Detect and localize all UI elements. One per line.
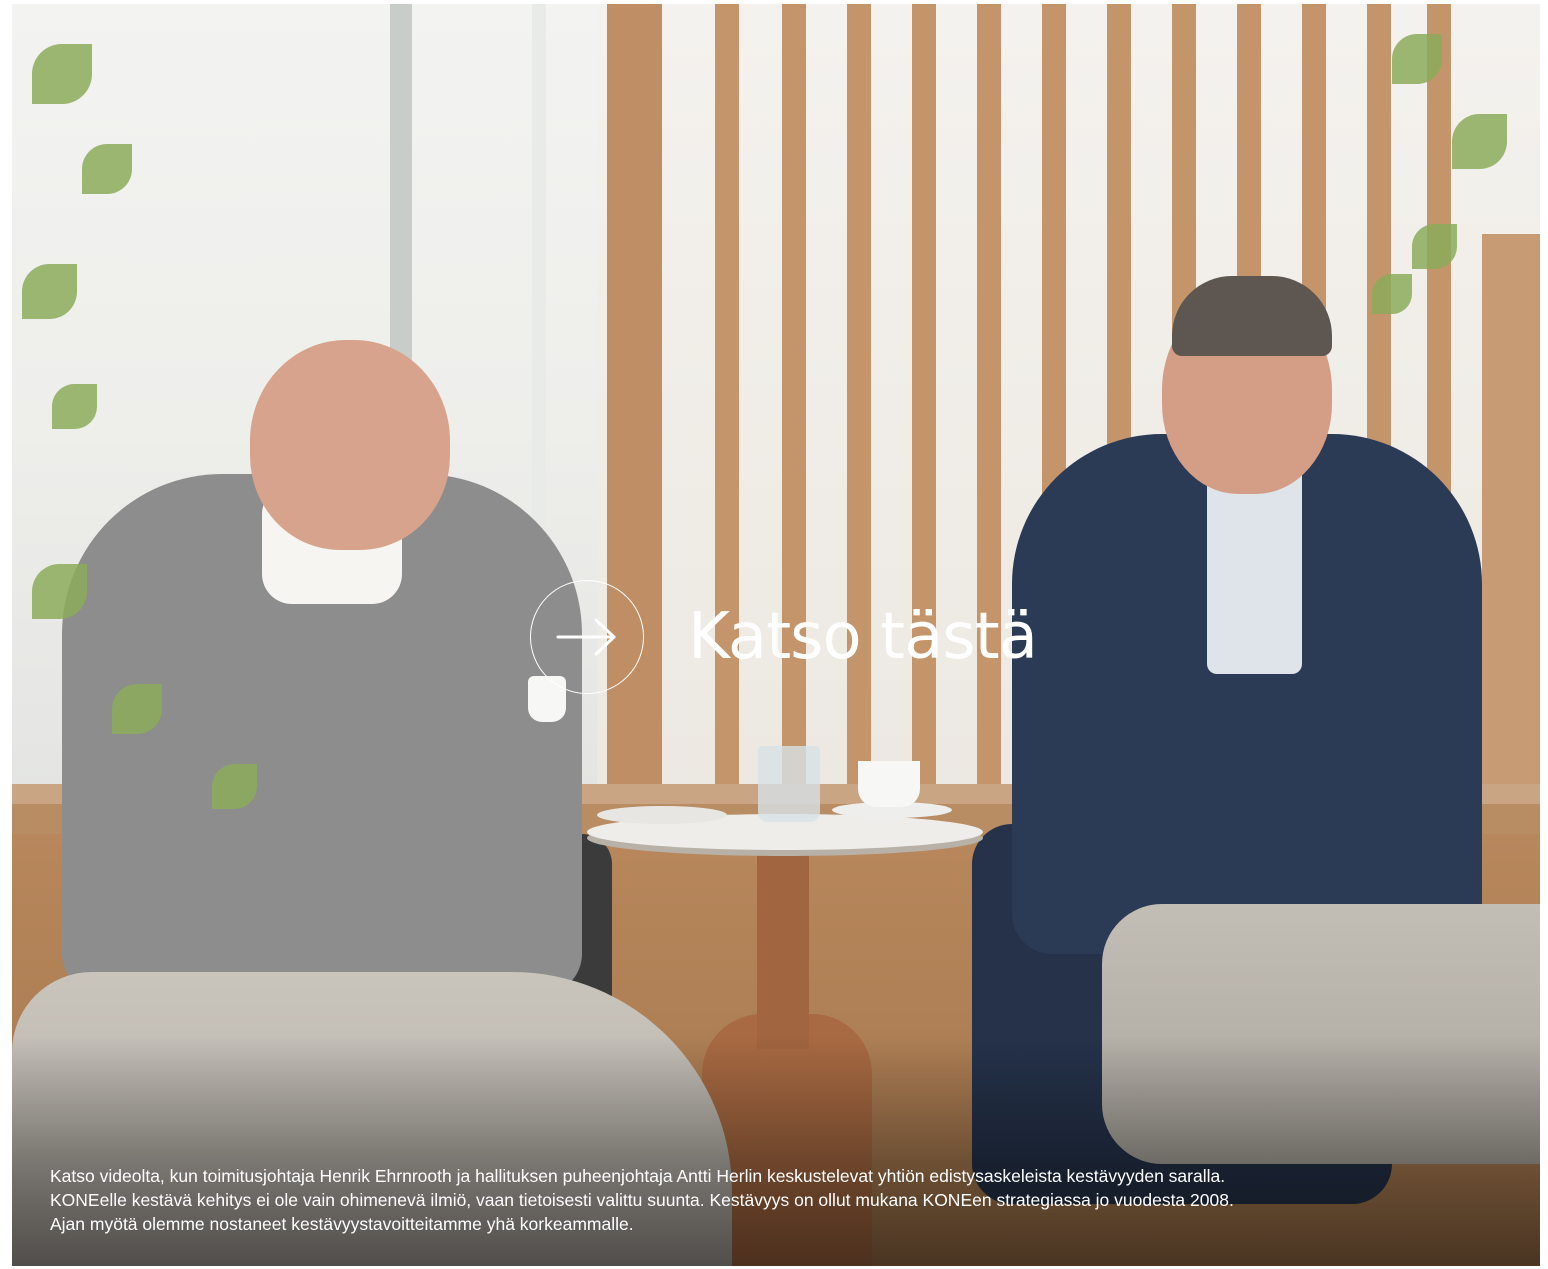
arrow-right-icon [556, 618, 616, 656]
ivy-leaf [32, 44, 92, 104]
caption-line: Katso videolta, kun toimitusjohtaja Henr… [50, 1166, 1226, 1186]
saucer [597, 806, 727, 824]
ivy-leaf [212, 764, 257, 809]
ivy-leaf [1452, 114, 1507, 169]
ivy-leaf [82, 144, 132, 194]
watch-video-label[interactable]: Katso tästä [688, 605, 1038, 669]
ivy-leaf [1372, 274, 1412, 314]
ivy-leaf [1392, 34, 1442, 84]
coffee-cup [858, 761, 920, 807]
arrow-button[interactable] [530, 580, 644, 694]
wood-panel [1482, 234, 1540, 794]
caption-line: KONEelle kestävä kehitys ei ole vain ohi… [50, 1190, 1234, 1210]
table-stem [757, 849, 809, 1049]
ivy-leaf [22, 264, 77, 319]
ivy-leaf [32, 564, 87, 619]
ivy-leaf [52, 384, 97, 429]
person-right-shirt [1207, 464, 1302, 674]
video-caption: Katso videolta, kun toimitusjohtaja Henr… [50, 1164, 1510, 1236]
person-left-head [250, 340, 450, 550]
ivy-leaf [112, 684, 162, 734]
ivy-leaf [1412, 224, 1457, 269]
caption-line: Ajan myötä olemme nostaneet kestävyystav… [50, 1214, 634, 1234]
water-glass [758, 746, 820, 822]
watch-video-link[interactable]: Katso tästä [530, 580, 1038, 694]
hero-video-teaser[interactable]: Katso tästä Katso videolta, kun toimitus… [12, 4, 1540, 1266]
person-right-hair [1172, 276, 1332, 356]
